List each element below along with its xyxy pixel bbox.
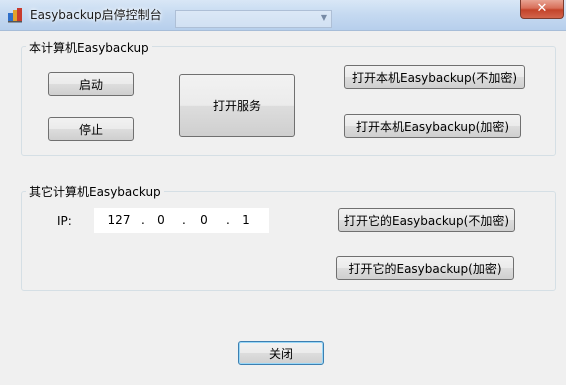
local-group-label: 本计算机Easybackup xyxy=(26,39,152,56)
ip-octet-4[interactable]: 1 xyxy=(231,213,261,227)
ip-octet-3[interactable]: 0 xyxy=(189,213,219,227)
ip-dot: . xyxy=(182,213,186,227)
start-button[interactable]: 启动 xyxy=(48,72,134,96)
open-remote-encrypted-button[interactable]: 打开它的Easybackup(加密) xyxy=(336,256,514,280)
ip-dot: . xyxy=(141,213,145,227)
open-local-unencrypted-button[interactable]: 打开本机Easybackup(不加密) xyxy=(344,65,525,89)
stop-button[interactable]: 停止 xyxy=(48,117,134,141)
title-bar: Easybackup启停控制台 ▼ ✕ xyxy=(0,0,566,31)
open-service-button[interactable]: 打开服务 xyxy=(179,74,295,137)
chevron-down-icon: ▼ xyxy=(320,13,327,22)
ip-label: IP: xyxy=(57,214,72,228)
remote-group-label: 其它计算机Easybackup xyxy=(26,183,164,200)
ip-dot: . xyxy=(226,213,230,227)
open-local-encrypted-button[interactable]: 打开本机Easybackup(加密) xyxy=(344,114,521,138)
close-icon: ✕ xyxy=(536,1,548,16)
window-title: Easybackup启停控制台 xyxy=(30,8,162,22)
open-remote-unencrypted-button[interactable]: 打开它的Easybackup(不加密) xyxy=(338,208,515,232)
ip-octet-1[interactable]: 127 xyxy=(104,213,134,227)
ip-address-input[interactable]: 127 . 0 . 0 . 1 xyxy=(94,208,269,233)
ip-octet-2[interactable]: 0 xyxy=(146,213,176,227)
background-dropdown: ▼ xyxy=(175,10,332,28)
window-close-button[interactable]: ✕ xyxy=(520,0,564,19)
app-icon xyxy=(8,8,22,23)
close-button[interactable]: 关闭 xyxy=(238,341,324,365)
